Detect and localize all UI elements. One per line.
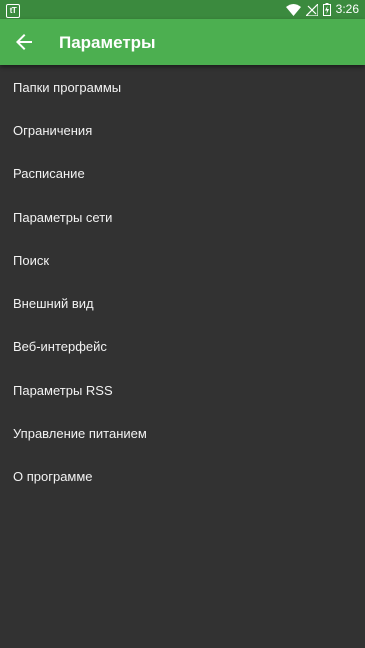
menu-item-appearance[interactable]: Внешний вид <box>0 281 365 324</box>
menu-item-label: Папки программы <box>13 79 122 95</box>
settings-menu: Папки программы Ограничения Расписание П… <box>0 65 365 498</box>
menu-item-web-interface[interactable]: Веб-интерфейс <box>0 325 365 368</box>
battery-icon <box>322 3 331 16</box>
arrow-left-icon <box>16 34 32 50</box>
status-bar: tT 3:26 <box>0 0 365 19</box>
status-left: tT <box>6 2 20 18</box>
signal-icon <box>305 3 318 16</box>
menu-item-label: Внешний вид <box>13 296 94 312</box>
menu-item-label: Поиск <box>13 252 50 268</box>
menu-item-label: Параметры RSS <box>13 382 113 398</box>
status-right: 3:26 <box>285 0 359 19</box>
menu-item-label: Ограничения <box>13 122 93 138</box>
menu-item-label: Веб-интерфейс <box>13 339 107 355</box>
wifi-icon <box>285 3 301 16</box>
menu-item-label: Расписание <box>13 166 85 182</box>
menu-item-rss-settings[interactable]: Параметры RSS <box>0 368 365 411</box>
menu-item-about[interactable]: О программе <box>0 455 365 498</box>
menu-item-label: Управление питанием <box>13 426 147 442</box>
menu-item-label: Параметры сети <box>13 209 113 225</box>
menu-item-schedule[interactable]: Расписание <box>0 152 365 195</box>
menu-item-limits[interactable]: Ограничения <box>0 108 365 151</box>
status-time: 3:26 <box>335 2 359 16</box>
menu-item-program-folders[interactable]: Папки программы <box>0 65 365 108</box>
menu-item-power-management[interactable]: Управление питанием <box>0 411 365 454</box>
back-button[interactable] <box>12 30 36 54</box>
menu-item-label: О программе <box>13 469 93 485</box>
app-bar: Параметры <box>0 19 365 65</box>
menu-item-network-settings[interactable]: Параметры сети <box>0 195 365 238</box>
app-notification-icon: tT <box>6 4 20 18</box>
page-title: Параметры <box>59 33 156 52</box>
menu-item-search[interactable]: Поиск <box>0 238 365 281</box>
